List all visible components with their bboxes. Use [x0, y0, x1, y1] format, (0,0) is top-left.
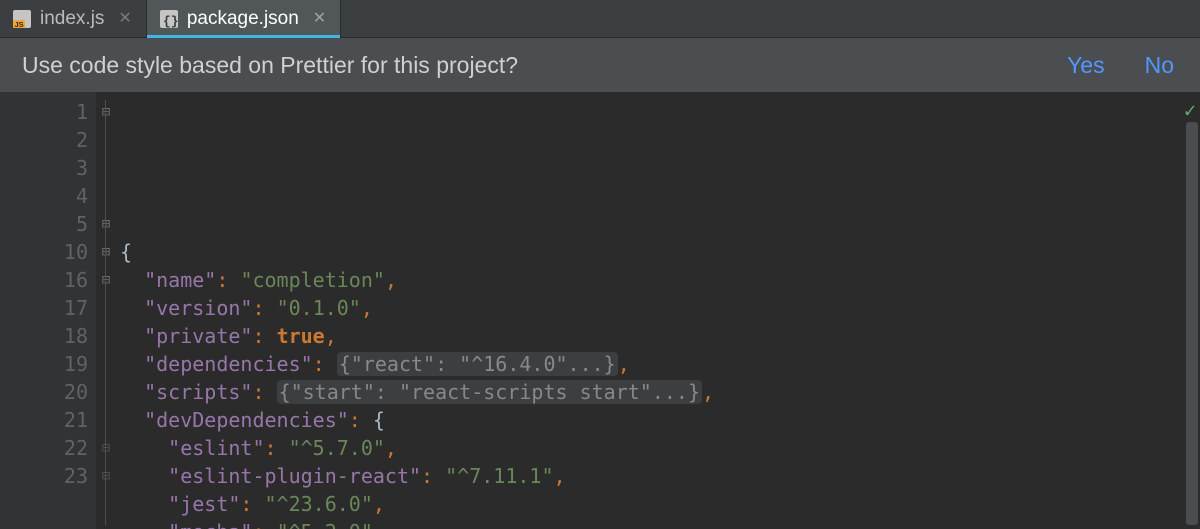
code-line[interactable]: "devDependencies": {	[120, 406, 1200, 434]
tab-package-json[interactable]: {} package.json ✕	[147, 0, 341, 37]
code-line[interactable]: "mocha": "^5.2.0",	[120, 518, 1200, 529]
line-number: 1	[0, 98, 96, 126]
fold-end-icon[interactable]	[96, 434, 116, 462]
line-number-gutter: 12345101617181920212223	[0, 92, 96, 529]
line-number: 23	[0, 462, 96, 490]
code-line[interactable]: "private": true,	[120, 322, 1200, 350]
fold-expand-icon[interactable]	[96, 238, 116, 266]
close-icon[interactable]: ✕	[118, 11, 131, 27]
code-line[interactable]: "dependencies": {"react": "^16.4.0"...},	[120, 350, 1200, 378]
line-number: 17	[0, 294, 96, 322]
code-line[interactable]: "scripts": {"start": "react-scripts star…	[120, 378, 1200, 406]
line-number: 2	[0, 126, 96, 154]
line-number: 22	[0, 434, 96, 462]
code-line[interactable]: "jest": "^23.6.0",	[120, 490, 1200, 518]
fold-end-icon[interactable]	[96, 462, 116, 490]
line-number: 3	[0, 154, 96, 182]
editor: 12345101617181920212223 ✓ { "name": "com…	[0, 92, 1200, 529]
line-number: 21	[0, 406, 96, 434]
code-line[interactable]: "eslint": "^5.7.0",	[120, 434, 1200, 462]
scrollbar-thumb[interactable]	[1186, 122, 1198, 525]
tab-label: package.json	[187, 8, 299, 30]
fold-expand-icon[interactable]	[96, 210, 116, 238]
line-number: 19	[0, 350, 96, 378]
tab-index-js[interactable]: JS index.js ✕	[0, 0, 147, 37]
js-file-icon: JS	[12, 9, 32, 29]
code-area[interactable]: ✓ { "name": "completion", "version": "0.…	[116, 92, 1200, 529]
line-number: 10	[0, 238, 96, 266]
line-number: 16	[0, 266, 96, 294]
line-number: 5	[0, 210, 96, 238]
prettier-notification-bar: Use code style based on Prettier for thi…	[0, 38, 1200, 92]
fold-collapse-icon[interactable]	[96, 98, 116, 126]
code-line[interactable]: "name": "completion",	[120, 266, 1200, 294]
notification-message: Use code style based on Prettier for thi…	[22, 52, 518, 79]
inspection-ok-icon: ✓	[1184, 96, 1196, 124]
fold-gutter	[96, 92, 116, 529]
notification-no-link[interactable]: No	[1145, 52, 1174, 79]
line-number: 18	[0, 322, 96, 350]
notification-yes-link[interactable]: Yes	[1067, 52, 1105, 79]
code-line[interactable]: "eslint-plugin-react": "^7.11.1",	[120, 462, 1200, 490]
code-line[interactable]: {	[120, 238, 1200, 266]
code-line[interactable]: "version": "0.1.0",	[120, 294, 1200, 322]
vertical-scrollbar[interactable]	[1186, 122, 1198, 525]
json-file-icon: {}	[159, 9, 179, 29]
tab-label: index.js	[40, 8, 104, 30]
svg-text:{}: {}	[163, 14, 179, 29]
tab-bar: JS index.js ✕ {} package.json ✕	[0, 0, 1200, 38]
line-number: 20	[0, 378, 96, 406]
svg-text:JS: JS	[15, 20, 24, 29]
fold-collapse-icon[interactable]	[96, 266, 116, 294]
line-number: 4	[0, 182, 96, 210]
close-icon[interactable]: ✕	[313, 11, 326, 27]
